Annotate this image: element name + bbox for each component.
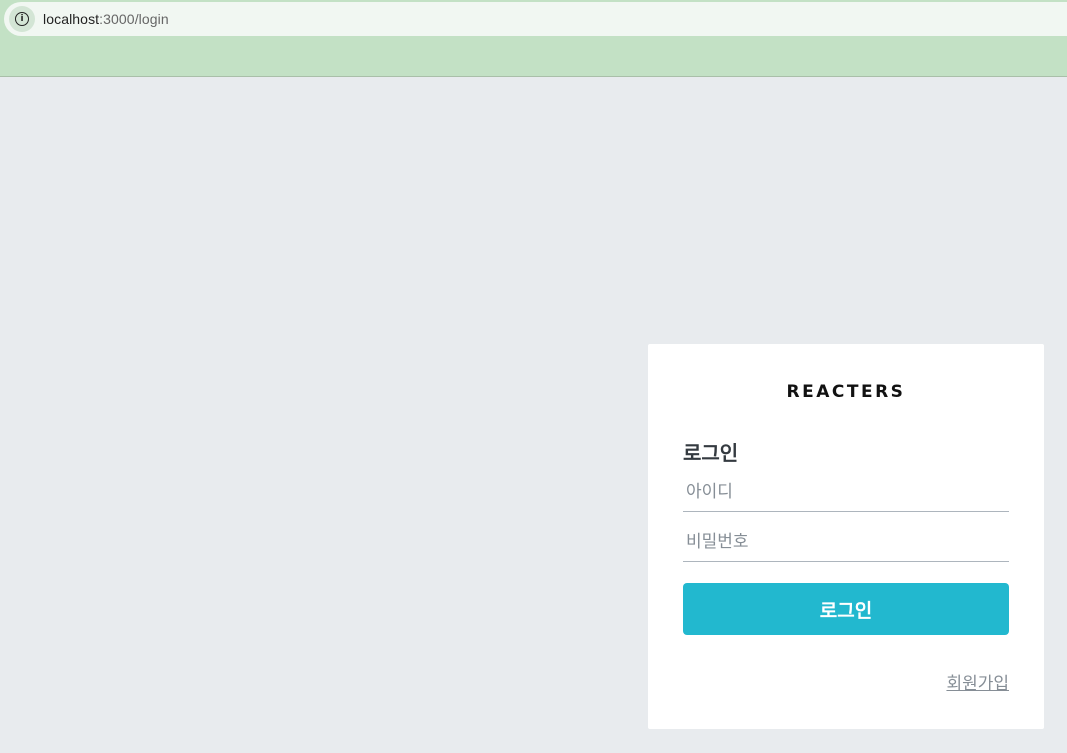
page-background: REACTERS 로그인 로그인 회원가입: [0, 77, 1067, 753]
signup-link[interactable]: 회원가입: [946, 669, 1009, 694]
url-path: :3000/login: [99, 11, 169, 27]
login-card: REACTERS 로그인 로그인 회원가입: [648, 344, 1044, 729]
info-icon-glyph: i: [15, 12, 29, 26]
password-input[interactable]: [683, 522, 1009, 562]
form-title: 로그인: [683, 441, 739, 465]
url-host: localhost: [43, 11, 100, 27]
address-bar[interactable]: i localhost:3000/login: [4, 2, 1067, 36]
browser-chrome: i localhost:3000/login: [0, 0, 1067, 77]
info-icon[interactable]: i: [9, 6, 35, 32]
brand-logo[interactable]: REACTERS: [648, 382, 1044, 402]
url-text[interactable]: localhost:3000/login: [43, 11, 169, 27]
login-button[interactable]: 로그인: [683, 583, 1009, 635]
username-input[interactable]: [683, 472, 1009, 512]
